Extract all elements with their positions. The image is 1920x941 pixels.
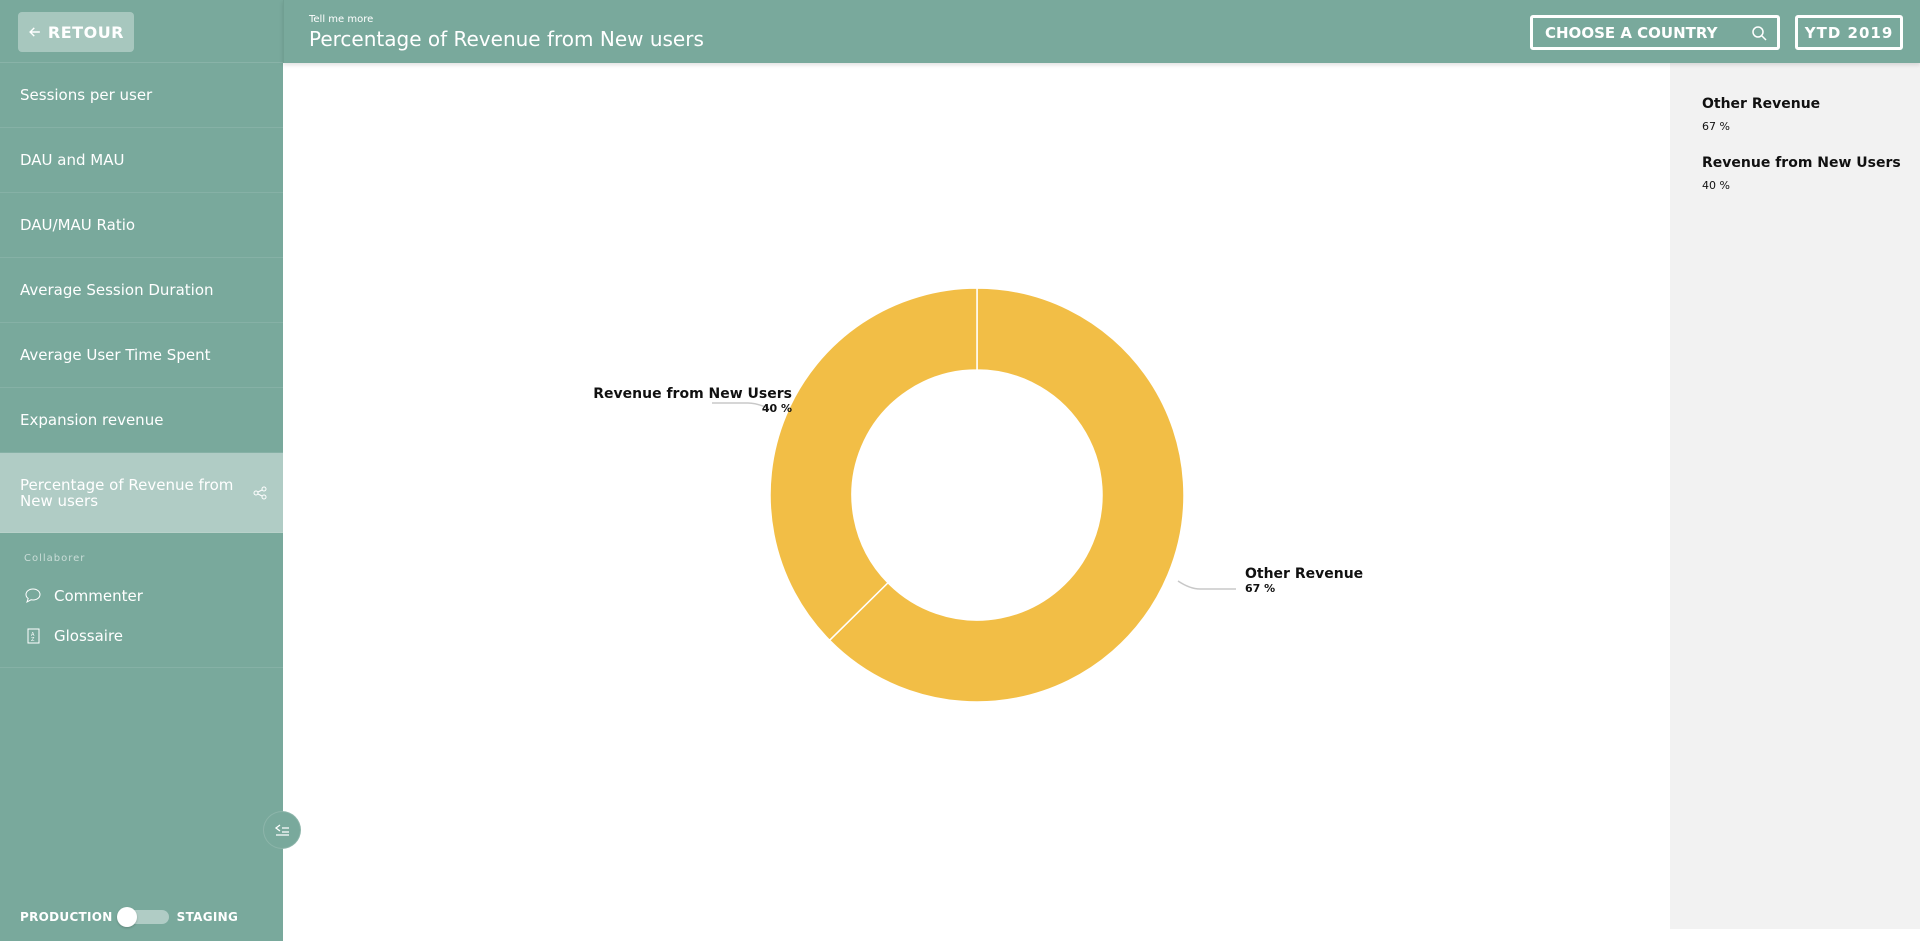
slice-label-name: Revenue from New Users <box>593 386 792 402</box>
sidebar-item-expansion-revenue[interactable]: Expansion revenue <box>0 388 283 453</box>
comment-icon <box>25 588 41 604</box>
sidebar-item-average-session-duration[interactable]: Average Session Duration <box>0 258 283 323</box>
slice-label-value: 67 % <box>1245 582 1276 595</box>
collapse-menu-icon <box>274 824 289 836</box>
header: Tell me more Percentage of Revenue from … <box>283 0 1920 63</box>
sidebar-item-label: DAU/MAU Ratio <box>20 216 136 234</box>
sidebar: RETOUR Sessions per user DAU and MAU DAU… <box>0 0 283 941</box>
sidebar-item-average-user-time-spent[interactable]: Average User Time Spent <box>0 323 283 388</box>
donut-svg <box>712 287 1236 703</box>
sidebar-item-label: Percentage of Revenue from New users <box>20 475 234 510</box>
glossary-label: Glossaire <box>54 627 124 645</box>
leader-line-other-revenue <box>1177 580 1236 590</box>
arrow-left-icon <box>29 27 40 37</box>
legend-label: Other Revenue <box>1702 96 1821 112</box>
legend-label: Revenue from New Users <box>1702 155 1901 171</box>
legend-item-revenue-new-users[interactable]: Revenue from New Users 40 % <box>1702 155 1920 192</box>
svg-text:Z: Z <box>31 637 35 643</box>
period-selector[interactable]: YTD 2019 <box>1795 15 1903 50</box>
sidebar-item-label: DAU and MAU <box>20 151 125 169</box>
back-label: RETOUR <box>47 22 124 42</box>
environment-switch: PRODUCTION STAGING <box>20 907 239 927</box>
country-placeholder: CHOOSE A COUNTRY <box>1545 23 1718 42</box>
collaborate-section: Collaborer Commenter AZ Glossaire <box>0 533 283 668</box>
legend-value: 67 % <box>1702 120 1730 133</box>
back-button[interactable]: RETOUR <box>18 12 134 52</box>
sidebar-item-label: Expansion revenue <box>20 411 164 429</box>
env-production-label: PRODUCTION <box>20 910 113 924</box>
collaborate-title: Collaborer <box>24 553 86 564</box>
glossary-icon: AZ <box>27 628 40 644</box>
toggle-knob[interactable] <box>116 907 137 927</box>
sidebar-item-label: Sessions per user <box>20 86 153 104</box>
sidebar-item-dau-and-mau[interactable]: DAU and MAU <box>0 128 283 193</box>
env-staging-label: STAGING <box>176 910 239 924</box>
slice-label-value: 40 % <box>761 402 792 415</box>
glossary-button[interactable]: AZ Glossaire <box>0 616 283 656</box>
sidebar-item-sessions-per-user[interactable]: Sessions per user <box>0 63 283 128</box>
legend-value: 40 % <box>1702 179 1730 192</box>
share-icon[interactable] <box>253 486 267 500</box>
legend-item-other-revenue[interactable]: Other Revenue 67 % <box>1702 96 1920 133</box>
collapse-sidebar-button[interactable] <box>263 811 301 849</box>
header-subtitle: Tell me more <box>309 14 374 25</box>
donut-chart: Revenue from New Users 40 % Other Revenu… <box>283 63 1670 941</box>
comment-button[interactable]: Commenter <box>0 576 283 616</box>
country-search-input[interactable]: CHOOSE A COUNTRY <box>1530 15 1780 50</box>
legend-panel: Other Revenue 67 % Revenue from New User… <box>1670 63 1920 929</box>
search-icon[interactable] <box>1751 25 1767 41</box>
environment-toggle[interactable] <box>116 907 169 927</box>
page-title: Percentage of Revenue from New users <box>309 27 704 51</box>
comment-label: Commenter <box>54 587 143 605</box>
slice-revenue-new-users[interactable] <box>769 287 978 642</box>
back-area: RETOUR <box>0 0 283 63</box>
slice-label-other-revenue: Other Revenue 67 % <box>1245 566 1363 595</box>
slice-label-name: Other Revenue <box>1245 566 1364 582</box>
sidebar-item-label: Average User Time Spent <box>20 346 211 364</box>
sidebar-item-label: Average Session Duration <box>20 281 214 299</box>
slice-label-new-users: Revenue from New Users 40 % <box>530 386 792 415</box>
sidebar-item-percentage-revenue-new-users[interactable]: Percentage of Revenue from New users <box>0 453 283 533</box>
sidebar-item-dau-mau-ratio[interactable]: DAU/MAU Ratio <box>0 193 283 258</box>
